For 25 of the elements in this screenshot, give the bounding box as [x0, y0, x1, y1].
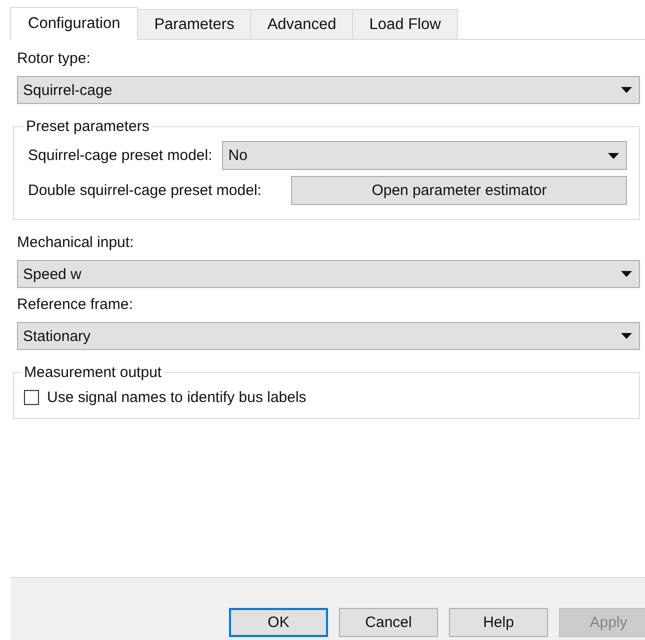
field-label: Double squirrel-cage preset model: [28, 182, 262, 199]
dropdown[interactable]: Speed w [17, 260, 640, 288]
dropdown[interactable]: No [222, 141, 627, 170]
dropdown[interactable]: Squirrel-cage [17, 76, 640, 104]
dialog-button[interactable]: Cancel [339, 608, 438, 637]
estimator-button[interactable]: Open parameter estimator [291, 176, 627, 205]
field-label: Reference frame: [17, 296, 133, 313]
tab[interactable]: Parameters [137, 9, 252, 40]
caret-icon [608, 152, 619, 158]
field-label: Squirrel-cage preset model: [28, 147, 212, 164]
group-title: Preset parameters [25, 118, 150, 135]
caret-icon [621, 333, 632, 339]
field-label: Rotor type: [17, 50, 90, 67]
tab[interactable]: Advanced [250, 9, 354, 40]
tab[interactable]: Configuration [10, 7, 138, 40]
tab[interactable]: Load Flow [352, 9, 458, 40]
dialog-button[interactable]: Help [449, 608, 548, 637]
caret-icon [621, 87, 632, 93]
field-label: Mechanical input: [17, 234, 134, 251]
dialog-button[interactable]: OK [229, 608, 328, 637]
dropdown[interactable]: Stationary [17, 322, 640, 350]
caret-icon [621, 271, 632, 277]
checkbox[interactable] [24, 390, 39, 405]
group-title: Measurement output [23, 364, 163, 381]
checkbox-label: Use signal names to identify bus labels [47, 389, 306, 406]
